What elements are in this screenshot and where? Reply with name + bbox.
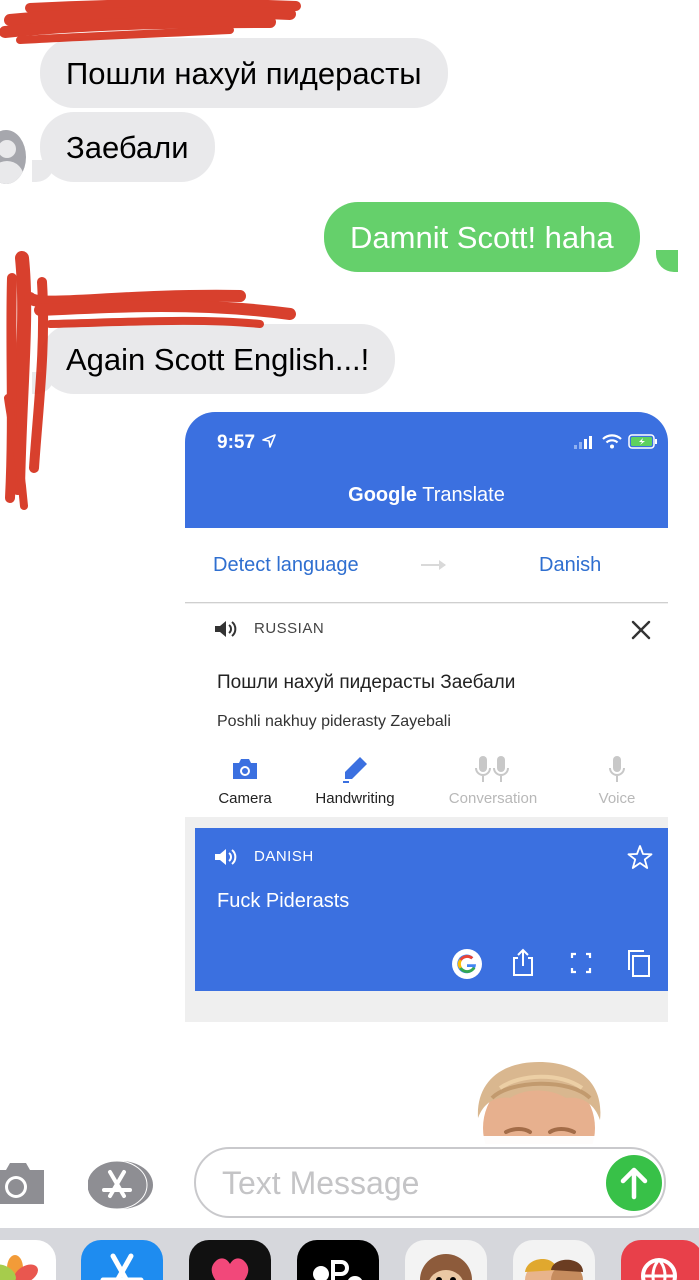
wifi-icon [602,434,622,449]
send-button[interactable] [606,1155,662,1211]
outgoing-message-bubble[interactable]: Damnit Scott! haha [324,202,640,272]
translated-text: Fuck Piderasts [217,890,350,912]
message-input-field[interactable] [194,1147,666,1218]
app-store-button[interactable] [86,1160,154,1210]
conversation-mics-icon [475,756,509,782]
speaker-icon[interactable] [213,618,239,640]
share-icon[interactable] [509,948,537,978]
photos-app-icon[interactable] [0,1240,56,1280]
google-g-icon [457,954,476,974]
digital-touch-app-icon[interactable] [189,1240,271,1280]
tool-label: Camera [218,790,272,807]
source-language-button[interactable]: Detect language [213,554,359,577]
app-store-icon [86,1160,153,1210]
tool-label: Handwriting [315,790,395,807]
status-icons [574,434,658,449]
copy-icon[interactable] [625,948,653,978]
apple-pay-app-icon[interactable] [297,1240,379,1280]
battery-icon [628,434,657,449]
message-text: Пошли нахуй пидерасты [66,55,422,91]
translate-header: 9:57 Google Translate [185,412,668,528]
camera-button[interactable] [0,1160,46,1206]
translation-output-card[interactable]: DANISH Fuck Piderasts [195,828,668,991]
star-icon[interactable] [627,844,653,870]
message-input[interactable] [222,1163,592,1203]
signal-icon [574,435,592,449]
google-search-button[interactable] [452,949,482,979]
animoji-app-icon[interactable] [405,1240,487,1280]
memoji-sticker[interactable] [470,1058,608,1144]
microphone-icon [609,756,625,782]
translate-app-title: Google Translate [185,484,668,507]
location-arrow-icon [262,434,276,448]
avatar-shoulders [0,161,24,184]
output-language-label: DANISH [254,848,314,865]
web-search-app-icon[interactable] [621,1240,699,1280]
swap-arrow-icon[interactable] [421,560,446,570]
brand-name: Google [348,484,418,506]
conversation-tool-button[interactable]: Conversation [433,754,553,807]
target-language-button[interactable]: Danish [539,554,601,577]
translate-screenshot-attachment[interactable]: 9:57 Google Translate Detect language Da… [185,412,668,1022]
incoming-message-bubble[interactable]: Заебали [40,112,215,182]
camera-tool-button[interactable]: Camera [185,754,305,807]
app-store-app-icon[interactable] [81,1240,163,1280]
language-bar: Detect language Danish [185,528,668,603]
source-input-panel[interactable]: RUSSIAN Пошли нахуй пидерасты Заебали Po… [185,604,668,817]
avatar-head [0,140,16,158]
memoji-app-icon[interactable] [513,1240,595,1280]
incoming-message-bubble[interactable]: Пошли нахуй пидерасты [40,38,448,108]
incoming-message-bubble[interactable]: Again Scott English...! [40,324,396,394]
imessage-app-drawer [0,1228,699,1280]
pen-icon [343,757,367,783]
speaker-icon[interactable] [213,846,239,868]
contact-avatar[interactable] [0,130,26,184]
tool-label: Voice [598,790,636,807]
close-icon[interactable] [629,618,653,642]
camera-icon [233,759,257,779]
detected-language-label: RUSSIAN [254,620,325,637]
message-text: Damnit Scott! haha [350,219,614,255]
product-name: Translate [417,484,505,506]
status-time: 9:57 [217,432,256,453]
message-text: Заебали [66,129,189,165]
source-text: Пошли нахуй пидерасты Заебали [217,672,516,693]
fullscreen-icon[interactable] [567,948,595,978]
bubble-tail [656,250,678,272]
voice-tool-button[interactable]: Voice [557,754,668,807]
memoji-face-icon [477,1062,601,1144]
message-text: Again Scott English...! [66,341,370,377]
tool-label: Conversation [448,790,538,807]
camera-icon [0,1163,44,1204]
handwriting-tool-button[interactable]: Handwriting [295,754,415,807]
transliteration-text: Poshli nakhuy piderasty Zayebali [217,713,451,730]
arrow-up-icon [620,1167,648,1200]
